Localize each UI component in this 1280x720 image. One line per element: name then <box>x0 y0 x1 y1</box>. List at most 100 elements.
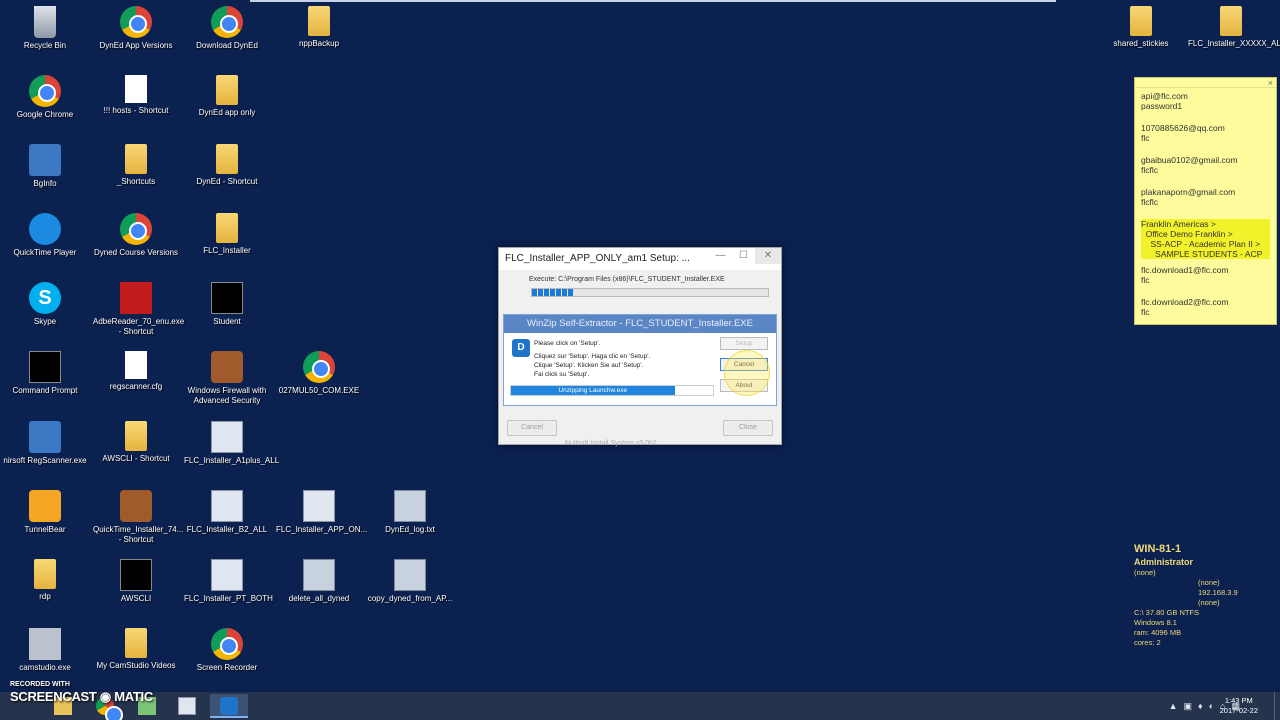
clock-time: 1:43 PM <box>1224 696 1253 705</box>
installer-titlebar[interactable]: FLC_Installer_APP_ONLY_am1 Setup: ... — … <box>499 248 781 270</box>
desktop-icon[interactable]: DynEd_log.txt <box>365 486 455 535</box>
winzip-message: Please click on 'Setup'. Cliquez sur 'Se… <box>534 339 650 379</box>
desktop-icon[interactable]: QuickTime_Installer_74... - Shortcut <box>91 486 183 545</box>
desktop-icon[interactable]: Dyned Course Versions <box>91 209 181 258</box>
desktop-icon[interactable]: FLC_Installer <box>182 209 272 256</box>
bginfo-line: (none) <box>1198 598 1220 607</box>
desktop-icon[interactable]: _Shortcuts <box>91 140 181 187</box>
desktop-icon-label: AWSCLI - Shortcut <box>102 454 170 463</box>
camstudio-icon <box>29 628 61 660</box>
desktop-icon-label: Screen Recorder <box>196 663 258 672</box>
desktop-icon[interactable]: Recycle Bin <box>0 2 90 51</box>
desktop-icon[interactable]: AWSCLI <box>91 555 181 604</box>
about-button[interactable]: About <box>720 379 768 392</box>
chrome-icon <box>120 6 152 38</box>
setup-button[interactable]: Setup <box>720 337 768 350</box>
desktop-icon[interactable]: camstudio.exe <box>0 624 90 673</box>
chrome-icon <box>211 6 243 38</box>
show-desktop-button[interactable] <box>1274 692 1280 720</box>
desktop-icon[interactable]: Download DynEd <box>182 2 272 51</box>
close-button[interactable]: ✕ <box>755 248 781 264</box>
desktop-icon[interactable]: delete_all_dyned <box>274 555 364 604</box>
sticky-note-text[interactable]: api@flc.com password1 1070885626@qq.com flc… <box>1135 88 1276 320</box>
desktop-icon[interactable]: regscanner.cfg <box>91 347 181 392</box>
desktop-icon-label: delete_all_dyned <box>288 594 350 603</box>
desktop-icon-label: Skype <box>33 317 57 326</box>
show-hidden-icons-button[interactable]: ▲ <box>1169 696 1178 716</box>
desktop-icon[interactable]: Windows Firewall with Advanced Security <box>182 347 272 406</box>
desktop-icon[interactable]: shared_stickies <box>1096 2 1186 49</box>
desktop-icon[interactable]: QuickTime Player <box>0 209 90 258</box>
taskbar-dyned[interactable] <box>210 694 248 718</box>
cancel-button[interactable]: Cancel <box>507 420 557 436</box>
folder-icon <box>34 559 56 589</box>
desktop-icon[interactable]: TunnelBear <box>0 486 90 535</box>
desktop-icon[interactable]: My CamStudio Videos <box>91 624 181 671</box>
minimize-button[interactable]: — <box>709 248 732 264</box>
desktop-icon[interactable]: BgInfo <box>0 140 90 189</box>
desktop-icon[interactable]: S Skype <box>0 278 90 327</box>
desktop-icon[interactable]: Google Chrome <box>0 71 90 120</box>
volume-icon[interactable]: ◐ <box>1209 696 1214 716</box>
desktop-icon-label: 027MUL50_COM.EXE <box>278 386 360 395</box>
desktop-icon[interactable]: FLC_Installer_PT_BOTH <box>182 555 273 604</box>
bginfo-os: Windows 8.1 <box>1134 618 1177 627</box>
clock[interactable]: 1:43 PM 2017-02-22 <box>1220 696 1258 716</box>
sticky-line: flc <box>1141 133 1150 143</box>
desktop-icon[interactable]: nirsoft RegScanner.exe <box>0 417 90 466</box>
desktop-icon[interactable]: !!! hosts - Shortcut <box>91 71 181 116</box>
desktop-icon[interactable]: Command Prompt <box>0 347 90 396</box>
chrome-icon <box>303 351 335 383</box>
skype-icon: S <box>29 282 61 314</box>
sticky-close-icon[interactable]: × <box>1268 78 1273 88</box>
desktop-icon[interactable]: rdp <box>0 555 90 602</box>
sticky-line: flcflc <box>1141 197 1158 207</box>
desktop-icon[interactable]: nppBackup <box>274 2 364 49</box>
taskbar-installer[interactable] <box>168 694 206 718</box>
regscanner-icon <box>29 421 61 453</box>
sticky-gap <box>1141 285 1270 297</box>
desktop-icon[interactable]: FLC_Installer_APP_ON... <box>274 486 367 535</box>
sticky-line: Office Demo Franklin > <box>1141 229 1270 239</box>
desktop-icon-label: camstudio.exe <box>19 663 71 672</box>
desktop-icon[interactable]: DynEd app only <box>182 71 272 118</box>
desktop-icon-label: Recycle Bin <box>23 41 67 50</box>
desktop-icon-label: My CamStudio Videos <box>96 661 176 670</box>
desktop-icon-label: copy_dyned_from_AP... <box>367 594 453 603</box>
installer-close-button[interactable]: Close <box>723 420 773 436</box>
desktop-icon[interactable]: copy_dyned_from_AP... <box>365 555 455 604</box>
tray-icon[interactable]: ♦ <box>1198 696 1203 716</box>
desktop-icon[interactable]: DynEd App Versions <box>91 2 181 51</box>
sticky-note[interactable]: × api@flc.com password1 1070885626@qq.com f… <box>1134 77 1277 325</box>
winzip-cancel-button[interactable]: Cancel <box>720 358 768 371</box>
tray-icon[interactable]: ▣ <box>1184 696 1193 716</box>
bginfo-cores: cores: 2 <box>1134 638 1161 647</box>
installer-icon <box>211 559 243 591</box>
taskbar: ▲ ▣ ♦ ◐ ⌂ ▦ 1:43 PM 2017-02-22 <box>0 692 1280 720</box>
desktop-icon[interactable]: Screen Recorder <box>182 624 272 673</box>
bginfo-disk: C:\ 37.80 GB NTFS <box>1134 608 1200 617</box>
desktop-icon[interactable]: FLC_Installer_B2_ALL <box>182 486 272 535</box>
desktop-icon[interactable]: 027MUL50_COM.EXE <box>274 347 364 396</box>
flc-student-icon <box>211 282 243 314</box>
desktop-icon[interactable]: FLC_Installer_XXXXX_ALL <box>1186 2 1280 49</box>
desktop-icon-label: Dyned Course Versions <box>93 248 179 257</box>
desktop-icon[interactable]: AWSCLI - Shortcut <box>91 417 181 464</box>
desktop-icon[interactable]: FLC_Installer_A1plus_ALL <box>182 417 279 466</box>
desktop-icon[interactable]: AdbeReader_70_enu.exe - Shortcut <box>91 278 184 337</box>
desktop-icon-label: FLC_Installer_XXXXX_ALL <box>1188 39 1280 48</box>
recycle-bin-icon <box>34 6 56 38</box>
desktop-icon-label: Student <box>213 317 241 326</box>
sticky-gap <box>1141 207 1270 219</box>
desktop-icon-label: Windows Firewall with Advanced Security <box>187 386 267 405</box>
sticky-gap <box>1141 143 1270 155</box>
desktop-icon[interactable]: DynEd - Shortcut <box>182 140 272 187</box>
sticky-line: password1 <box>1141 101 1183 111</box>
sticky-gap <box>1141 111 1270 123</box>
quicktime-icon <box>29 213 61 245</box>
maximize-button[interactable]: ☐ <box>732 248 755 264</box>
sticky-note-titlebar[interactable]: × <box>1135 78 1276 88</box>
desktop-icon[interactable]: Student <box>182 278 272 327</box>
sticky-line: Franklin Americas > <box>1141 219 1270 229</box>
tunnelbear-icon <box>29 490 61 522</box>
